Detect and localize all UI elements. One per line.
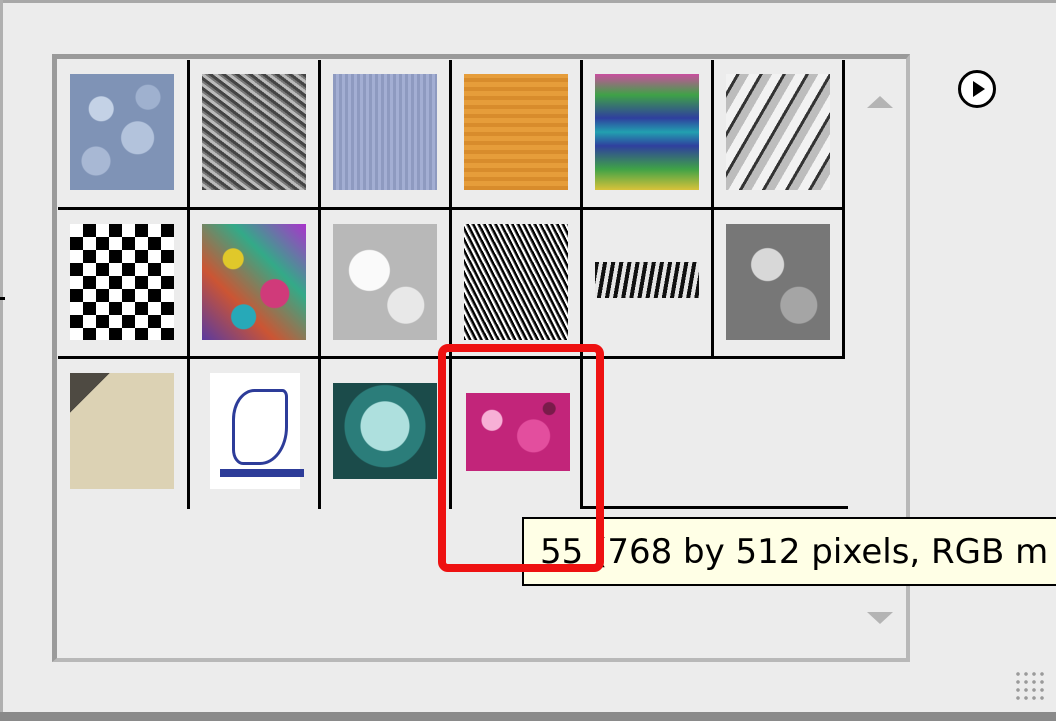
texture-thumbnail (464, 224, 568, 340)
preset-swatch-mask[interactable] (321, 359, 452, 509)
resize-grip-icon[interactable] (1014, 670, 1046, 704)
preset-swatch-rainbow[interactable] (583, 60, 714, 210)
texture-thumbnail (333, 74, 437, 190)
preset-swatch-noise[interactable] (452, 210, 583, 359)
texture-thumbnail (70, 74, 174, 190)
panel-bottom-border (0, 712, 1056, 721)
preset-swatch-clouds[interactable] (321, 210, 452, 359)
texture-thumbnail (70, 224, 174, 340)
texture-thumbnail (202, 224, 306, 340)
scroll-up-arrow-icon[interactable] (867, 96, 893, 108)
texture-thumbnail (202, 74, 306, 190)
scroll-down-arrow-icon[interactable] (867, 612, 893, 624)
texture-thumbnail (464, 74, 568, 190)
preset-swatch-bubbles[interactable] (58, 60, 190, 210)
preset-swatch-denim[interactable] (321, 60, 452, 210)
texture-thumbnail (70, 373, 174, 489)
tooltip-text: 55 (768 by 512 pixels, RGB m (540, 532, 1049, 572)
texture-thumbnail (595, 74, 699, 190)
preset-swatch-chain[interactable] (583, 210, 714, 359)
texture-thumbnail (726, 224, 830, 340)
preset-swatch-wood[interactable] (452, 60, 583, 210)
panel-edge-mark (0, 297, 5, 300)
texture-thumbnail (333, 383, 437, 479)
texture-thumbnail (210, 373, 304, 489)
preset-swatch-marble[interactable] (714, 210, 845, 359)
preset-swatch-parchment[interactable] (58, 359, 190, 509)
preset-swatch-calligraphy[interactable] (190, 359, 321, 509)
preset-swatch-psychedelic[interactable] (190, 210, 321, 359)
preset-swatch-checker[interactable] (58, 210, 190, 359)
texture-thumbnail (726, 74, 830, 190)
panel-top-border (0, 0, 1056, 3)
panel-left-border (0, 0, 3, 721)
texture-thumbnail (333, 224, 437, 340)
preset-swatch-rock[interactable] (714, 60, 845, 210)
panel-menu-button[interactable] (958, 70, 996, 108)
selection-highlight-box (438, 344, 604, 572)
texture-thumbnail (595, 262, 699, 298)
preset-swatch-gravel[interactable] (190, 60, 321, 210)
